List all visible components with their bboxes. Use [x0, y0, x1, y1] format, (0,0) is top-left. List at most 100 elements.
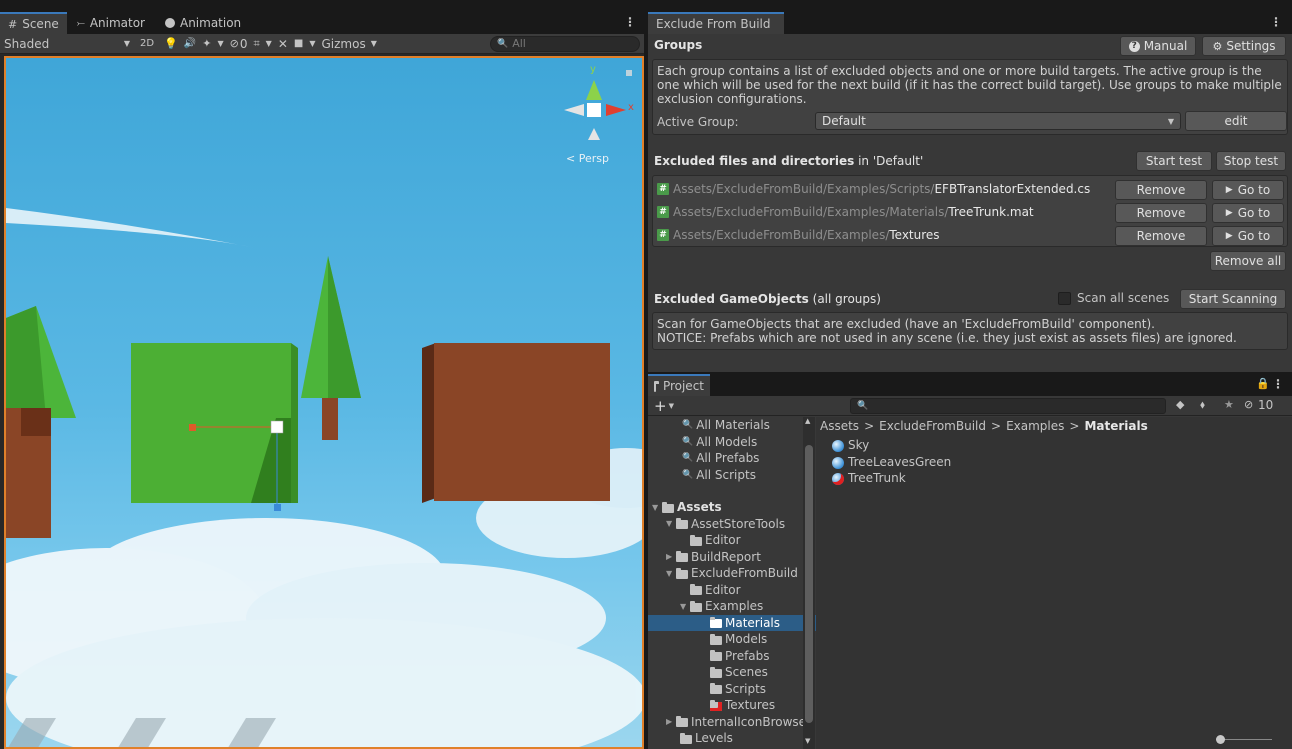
breadcrumb-item[interactable]: Examples	[1006, 419, 1064, 433]
remove-label: Remove	[1136, 206, 1186, 220]
lock-icon[interactable]: 🔒	[1256, 377, 1270, 390]
remove-button[interactable]: Remove	[1115, 226, 1207, 246]
toggle-2d-button[interactable]: 2D	[136, 38, 158, 49]
persp-toggle[interactable]: < Persp	[566, 152, 609, 165]
filter-type-icon[interactable]: ◆	[1176, 398, 1184, 411]
more-menu-icon[interactable]: ⋮	[1270, 15, 1282, 29]
tree-item[interactable]: Levels	[648, 730, 816, 747]
filter-label-icon[interactable]: ⬧	[1200, 398, 1205, 412]
checkbox-icon	[1058, 291, 1071, 305]
project-search-input[interactable]: 🔍	[850, 398, 1166, 414]
tab-animation[interactable]: Animation	[155, 12, 251, 34]
expand-arrow-icon[interactable]: ▼	[666, 569, 676, 578]
expand-arrow-icon[interactable]: ▼	[666, 519, 676, 528]
shading-mode-dropdown[interactable]: Shaded ▼	[4, 37, 130, 51]
tree-item[interactable]: Textures	[648, 697, 816, 714]
favorite-item[interactable]: 🔍 All Materials	[682, 417, 816, 434]
scene-viewport[interactable]: y x < Persp	[4, 56, 644, 749]
settings-button[interactable]: ⚙ Settings	[1202, 36, 1286, 56]
tree-item[interactable]: Editor	[648, 532, 816, 549]
breadcrumb-item[interactable]: Assets	[820, 419, 859, 433]
icon-size-slider[interactable]	[1216, 735, 1276, 745]
favorite-item[interactable]: 🔍 All Prefabs	[682, 450, 816, 467]
more-menu-icon[interactable]: ⋮	[1272, 377, 1284, 391]
favorite-icon[interactable]: ★	[1224, 398, 1234, 411]
tab-project[interactable]: Project	[648, 374, 710, 396]
asset-label: TreeTrunk	[848, 471, 906, 486]
orientation-gizmo[interactable]	[564, 70, 632, 140]
remove-button[interactable]: Remove	[1115, 203, 1207, 223]
stop-test-button[interactable]: Stop test	[1216, 151, 1286, 171]
plus-icon: +	[654, 396, 667, 415]
scroll-down-icon[interactable]: ▼	[805, 737, 810, 745]
scan-all-scenes-toggle[interactable]: Scan all scenes	[1058, 291, 1169, 305]
goto-button[interactable]: ▶ Go to	[1212, 226, 1284, 246]
collapse-arrow-icon[interactable]: ▶	[666, 717, 676, 726]
asset-item[interactable]: TreeLeavesGreen	[832, 454, 1292, 471]
gizmos-label: Gizmos	[321, 36, 366, 51]
start-test-button[interactable]: Start test	[1136, 151, 1212, 171]
tree-item[interactable]: Editor	[648, 582, 816, 599]
tree-item[interactable]: ▼ Examples	[648, 598, 816, 615]
tree-item[interactable]: Scenes	[648, 664, 816, 681]
remove-all-button[interactable]: Remove all	[1210, 251, 1286, 271]
visibility-icon[interactable]: ⊘	[230, 37, 239, 50]
tree-item[interactable]: Scripts	[648, 681, 816, 698]
scroll-up-icon[interactable]: ▲	[805, 417, 810, 425]
favorite-item[interactable]: 🔍 All Models	[682, 434, 816, 451]
start-scanning-button[interactable]: Start Scanning	[1180, 289, 1286, 309]
folder-icon	[676, 567, 688, 579]
tab-animator[interactable]: ⤚ Animator	[67, 12, 155, 34]
gizmos-dropdown[interactable]: Gizmos ▼	[321, 37, 376, 51]
gear-icon: ⚙	[1212, 39, 1223, 53]
slider-thumb[interactable]	[1216, 735, 1225, 744]
breadcrumb-item[interactable]: ExcludeFromBuild	[879, 419, 986, 433]
project-tab-bar: Project 🔒 ⋮	[648, 374, 1292, 396]
asset-item[interactable]: TreeTrunk	[832, 470, 1292, 487]
expand-arrow-icon[interactable]: ▼	[680, 602, 690, 611]
remove-button[interactable]: Remove	[1115, 180, 1207, 200]
breadcrumb-separator: >	[1069, 419, 1080, 433]
goto-button[interactable]: ▶ Go to	[1212, 203, 1284, 223]
tree-label: Textures	[725, 698, 776, 713]
tab-exclude-from-build[interactable]: Exclude From Build	[648, 12, 784, 34]
chevron-down-icon[interactable]: ▼	[217, 39, 223, 48]
scrollbar-thumb[interactable]	[805, 445, 813, 723]
tree-item[interactable]: ▶ BuildReport	[648, 549, 816, 566]
audio-icon[interactable]: 🔊	[184, 38, 196, 49]
tools-icon[interactable]: ✕	[278, 37, 288, 51]
expand-arrow-icon[interactable]: ▼	[652, 503, 662, 512]
tree-item-selected[interactable]: Materials	[648, 614, 816, 631]
camera-icon[interactable]: ■	[294, 38, 303, 49]
chevron-down-icon[interactable]: ▼	[266, 39, 272, 48]
asset-item[interactable]: Sky	[832, 437, 1292, 454]
create-menu-button[interactable]: + ▼	[654, 397, 674, 415]
tree-item[interactable]: Models	[648, 631, 816, 648]
manual-label: Manual	[1143, 39, 1188, 53]
active-group-row: Active Group: Default ▼ edit	[657, 111, 1287, 132]
active-group-dropdown[interactable]: Default ▼	[815, 112, 1181, 130]
favorite-label: All Materials	[696, 418, 770, 433]
hidden-packages-icon[interactable]: ⊘	[1244, 398, 1253, 411]
tree-item-assets[interactable]: ▼ Assets	[648, 499, 816, 516]
excluded-folder-icon	[710, 699, 722, 711]
tree-item[interactable]: ▶ InternalIconBrowser	[648, 714, 816, 731]
collapse-arrow-icon[interactable]: ▶	[666, 552, 676, 561]
tree-item[interactable]: Prefabs	[648, 648, 816, 665]
folder-icon	[662, 501, 674, 513]
favorite-item[interactable]: 🔍 All Scripts	[682, 467, 816, 484]
goto-button[interactable]: ▶ Go to	[1212, 180, 1284, 200]
tree-item[interactable]: ▼ ExcludeFromBuild	[648, 565, 816, 582]
breadcrumb-item-current[interactable]: Materials	[1084, 419, 1147, 433]
more-menu-icon[interactable]: ⋮	[624, 15, 636, 29]
lighting-icon[interactable]: 💡	[164, 37, 178, 50]
chevron-down-icon[interactable]: ▼	[309, 39, 315, 48]
effects-icon[interactable]: ✦	[202, 37, 211, 50]
tree-item[interactable]: ▼ AssetStoreTools	[648, 516, 816, 533]
edit-group-button[interactable]: edit	[1185, 111, 1287, 131]
manual-button[interactable]: ? Manual	[1120, 36, 1196, 56]
grid-icon[interactable]: ⌗	[253, 37, 259, 51]
tab-scene[interactable]: # Scene	[0, 12, 67, 34]
scene-search-input[interactable]: 🔍 All	[490, 35, 640, 52]
tree-scrollbar[interactable]: ▲ ▼	[803, 417, 815, 749]
